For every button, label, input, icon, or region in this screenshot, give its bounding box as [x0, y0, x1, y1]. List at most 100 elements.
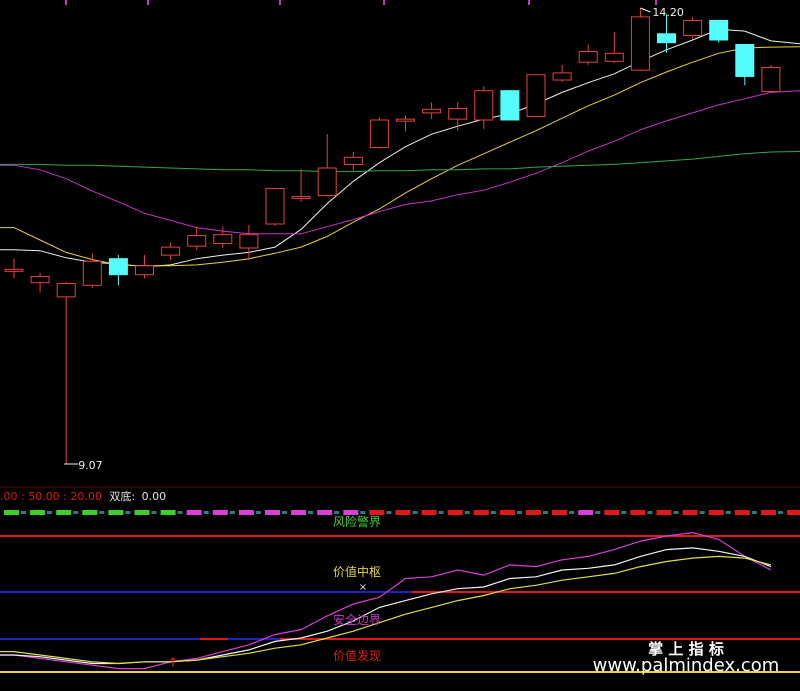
signal-segment — [186, 510, 202, 515]
candle-body — [709, 19, 729, 41]
candle-body — [526, 74, 546, 117]
signal-segment — [552, 510, 568, 515]
candle — [369, 117, 389, 149]
signal-dot — [777, 511, 783, 514]
candle-body — [396, 118, 415, 122]
signal-segment — [238, 510, 254, 515]
signal-dot — [621, 511, 627, 514]
candle-body — [343, 156, 363, 165]
signal-segment — [134, 510, 150, 515]
candle-body — [604, 52, 624, 62]
signal-segment — [708, 510, 724, 515]
signal-segment — [265, 510, 280, 515]
candle — [630, 8, 650, 72]
candle-body — [265, 187, 285, 225]
chart-background — [0, 0, 800, 691]
stock-chart: 14.20 9.07 .00 : 50.00 : 20.00 双底: 0.00 … — [0, 0, 800, 691]
high-price-label: 14.20 — [652, 6, 684, 19]
low-price-label: 9.07 — [78, 459, 103, 472]
signal-dot — [203, 511, 209, 514]
signal-segment — [421, 510, 437, 515]
signal-dot — [282, 511, 287, 514]
signal-dot — [151, 511, 157, 514]
signal-segment — [526, 510, 541, 515]
signal-dot — [99, 511, 105, 514]
candle-body — [56, 283, 76, 298]
candle-body — [30, 275, 50, 284]
header-label: 双底: — [109, 489, 135, 503]
candle-body — [735, 43, 755, 77]
candle-body — [578, 51, 598, 63]
signal-dot — [751, 511, 757, 514]
candle — [500, 90, 520, 121]
signal-segment — [317, 510, 333, 515]
level-label-center: 价值中枢 — [333, 564, 381, 579]
signal-dot — [47, 511, 53, 514]
signal-segment — [578, 510, 594, 515]
signal-dot — [490, 511, 496, 514]
signal-segment — [787, 510, 800, 515]
signal-segment — [212, 510, 228, 515]
candle — [761, 64, 781, 93]
buy-arrow-icon: ↑ — [168, 656, 179, 671]
signal-dot — [543, 511, 548, 514]
signal-segment — [395, 510, 411, 515]
signal-segment — [630, 510, 646, 515]
candle-body — [291, 195, 311, 199]
signal-segment — [291, 510, 307, 515]
signal-segment — [108, 510, 124, 515]
candle-body — [161, 246, 181, 256]
header-numbers: .00 : 50.00 : 20.00 — [0, 490, 102, 503]
signal-segment — [30, 510, 46, 515]
signal-segment — [604, 510, 620, 515]
signal-segment — [447, 510, 463, 515]
candle-body — [82, 260, 102, 286]
signal-dot — [125, 511, 131, 514]
signal-dot — [21, 511, 26, 514]
signal-dot — [177, 511, 183, 514]
candle-body — [630, 16, 650, 71]
candle-body — [135, 265, 154, 276]
candle-body — [422, 108, 442, 114]
candle-body — [657, 33, 676, 44]
level-label-safety: 安全边界 — [333, 612, 381, 627]
signal-dot — [464, 511, 470, 514]
signal-segment — [56, 510, 72, 515]
signal-dot — [229, 511, 235, 514]
candle-body — [369, 119, 389, 149]
signal-dot — [386, 511, 392, 514]
candle-body — [448, 107, 468, 120]
signal-dot — [412, 511, 418, 514]
candle-body — [500, 90, 520, 121]
header-value: 0.00 — [142, 490, 167, 503]
signal-segment — [160, 510, 176, 515]
cross-marker: × — [359, 582, 367, 593]
signal-dot — [334, 511, 340, 514]
signal-segment — [656, 510, 672, 515]
signal-dot — [516, 511, 522, 514]
candle-body — [474, 90, 494, 121]
signal-segment — [499, 510, 515, 515]
signal-dot — [569, 511, 575, 514]
signal-segment — [473, 510, 489, 515]
candle — [526, 74, 546, 117]
candle-body — [108, 258, 128, 276]
signal-dot — [73, 511, 79, 514]
watermark-url: www.palmindex.com — [593, 655, 780, 676]
candle-body — [213, 234, 233, 245]
signal-segment — [682, 510, 698, 515]
oscillator-header: .00 : 50.00 : 20.00 双底: 0.00 — [0, 489, 166, 503]
signal-segment — [4, 510, 19, 515]
signal-dot — [438, 511, 444, 514]
signal-dot — [647, 511, 653, 514]
candle-body — [187, 235, 207, 247]
level-label-discovery: 价值发现 — [333, 648, 381, 663]
signal-dot — [699, 511, 705, 514]
candle-body — [761, 67, 781, 93]
candle-body — [4, 268, 24, 272]
candle — [683, 16, 703, 40]
signal-dot — [308, 511, 314, 514]
candle-body — [317, 167, 337, 197]
signal-segment — [734, 510, 750, 515]
candle — [265, 187, 285, 226]
